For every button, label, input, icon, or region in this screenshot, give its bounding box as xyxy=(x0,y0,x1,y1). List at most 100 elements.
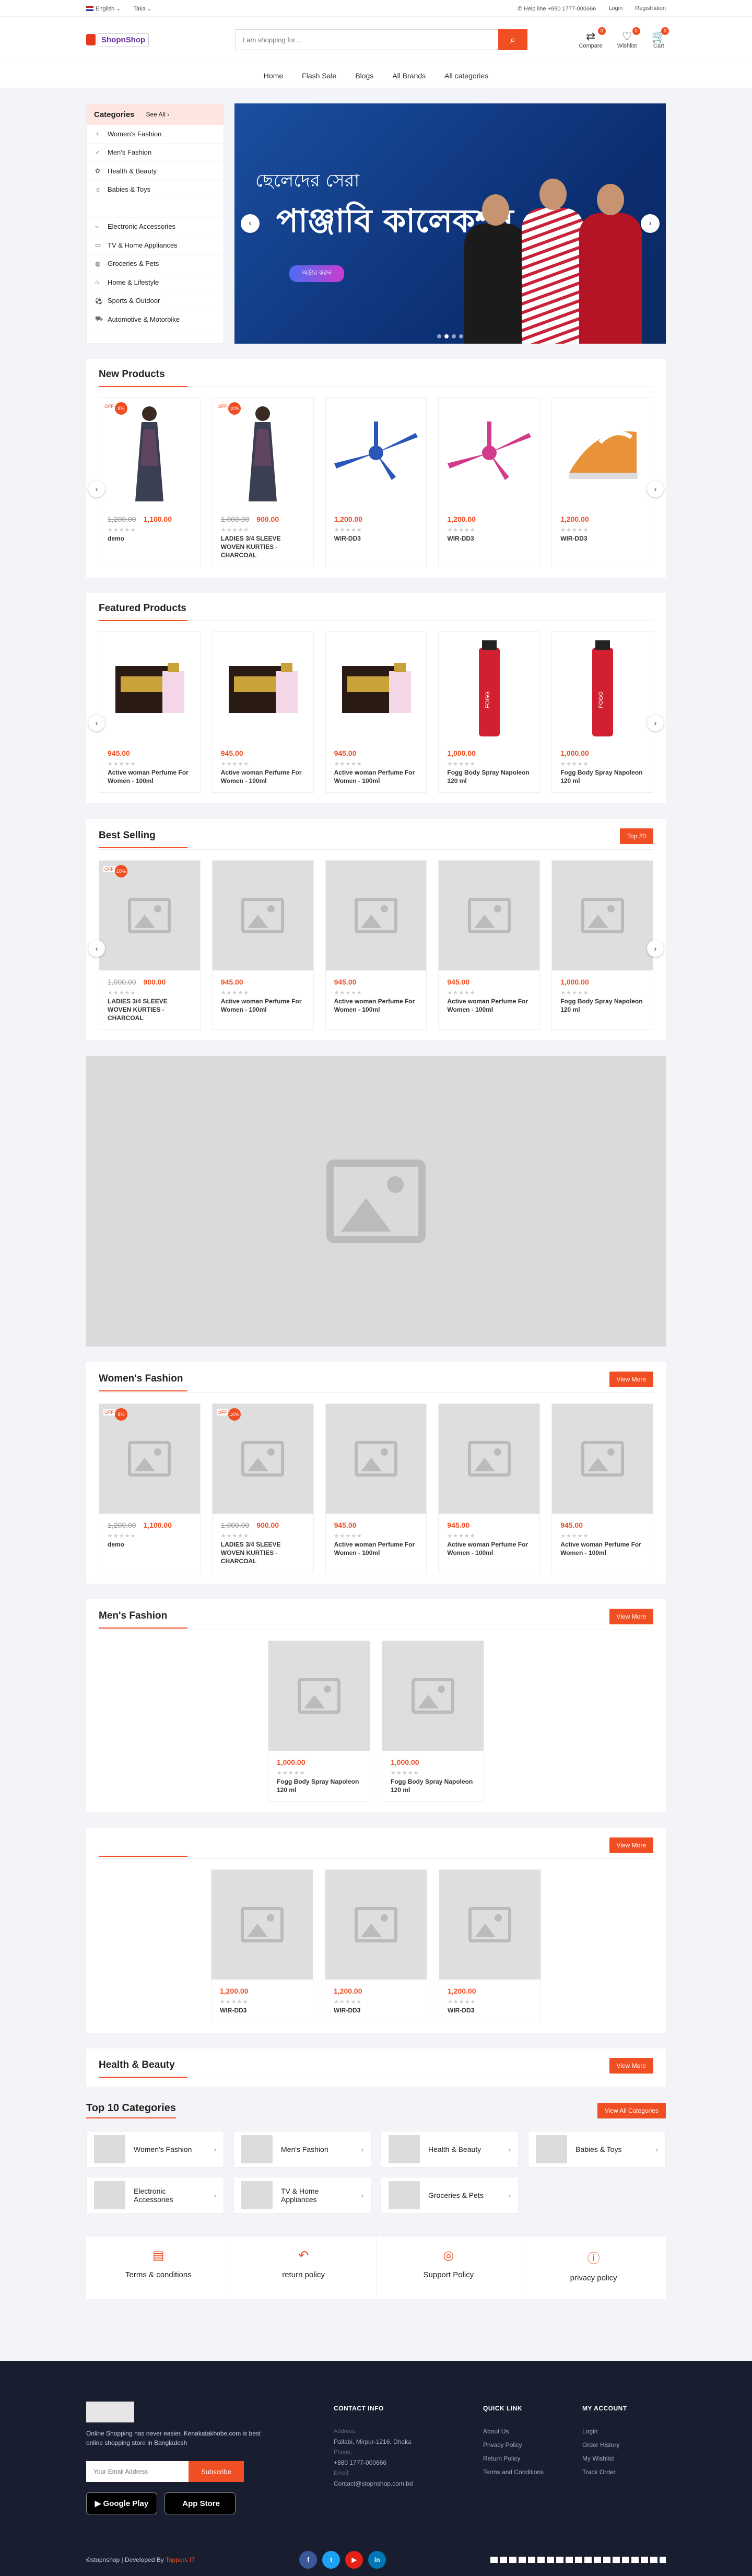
product-image[interactable]: FOGG xyxy=(439,632,540,742)
product-card[interactable]: OFF 8% 1,200.00 1,100.00 ★★★★★ demo xyxy=(99,1403,201,1573)
product-name[interactable]: Fogg Body Spray Napoleon 120 ml xyxy=(560,768,644,785)
see-all-link[interactable]: See All › xyxy=(146,111,170,118)
product-card[interactable]: 945.00 ★★★★★ Active woman Perfume For Wome… xyxy=(551,1403,653,1573)
product-name[interactable]: WIR-DD3 xyxy=(334,2006,418,2015)
product-image[interactable] xyxy=(212,861,313,970)
top-category-card[interactable]: Men's Fashion › xyxy=(233,2131,371,2168)
subscribe-button[interactable]: Subscribe xyxy=(189,2461,244,2482)
view-all-categories-button[interactable]: View All Categories xyxy=(597,2102,666,2118)
product-name[interactable]: Active woman Perfume For Women - 100ml xyxy=(108,768,192,785)
product-name[interactable]: Fogg Body Spray Napoleon 120 ml xyxy=(391,1777,475,1794)
carousel-next-arrow[interactable]: › xyxy=(647,940,664,957)
product-name[interactable]: WIR-DD3 xyxy=(220,2006,304,2015)
category-item[interactable]: ♀ Women's Fashion xyxy=(87,125,224,144)
product-card[interactable]: OFF 8% 1,200.00 1,100.00 ★★★★★ demo xyxy=(99,397,201,567)
product-name[interactable]: WIR-DD3 xyxy=(448,2006,532,2015)
view-more-button[interactable]: View More xyxy=(609,2058,653,2074)
product-name[interactable]: LADIES 3/4 SLEEVE WOVEN KURTIES - CHARCO… xyxy=(221,1540,305,1565)
product-image[interactable] xyxy=(212,1870,313,1980)
carousel-prev-arrow[interactable]: ‹ xyxy=(88,715,105,731)
twitter-icon[interactable]: t xyxy=(322,2551,340,2569)
return-policy-link[interactable]: ↶ return policy xyxy=(231,2237,377,2299)
top-category-card[interactable]: Electronic Accessories › xyxy=(86,2177,224,2214)
youtube-icon[interactable]: ▶ xyxy=(345,2551,363,2569)
developer-link[interactable]: Toppers IT xyxy=(166,2556,195,2563)
product-card[interactable]: 945.00 ★★★★★ Active woman Perfume For Wome… xyxy=(99,631,201,793)
carousel-next-arrow[interactable]: › xyxy=(647,715,664,731)
language-selector[interactable]: English ⌄ xyxy=(86,5,121,12)
product-card[interactable]: 1,200.00 ★★★★★ WIR-DD3 xyxy=(438,397,540,567)
product-image[interactable] xyxy=(325,861,427,970)
product-card[interactable]: 945.00 ★★★★★ Active woman Perfume For Wome… xyxy=(212,631,314,793)
product-card[interactable]: FOGG 1,000.00 ★★★★★ Fogg Body Spray Napoleo… xyxy=(438,631,540,793)
registration-link[interactable]: Registration xyxy=(635,5,666,11)
product-name[interactable]: Active woman Perfume For Women - 100ml xyxy=(447,1540,531,1557)
product-card[interactable]: 1,000.00 ★★★★★ Fogg Body Spray Napoleon 12… xyxy=(268,1641,370,1802)
category-item[interactable]: ✿ Health & Beauty xyxy=(87,162,224,181)
product-name[interactable]: Active woman Perfume For Women - 100ml xyxy=(447,997,531,1014)
login-link[interactable]: Login xyxy=(608,5,622,11)
google-play-button[interactable]: ▶ Google Play xyxy=(86,2492,157,2514)
product-name[interactable]: WIR-DD3 xyxy=(447,534,531,543)
product-image[interactable] xyxy=(382,1641,484,1751)
wishlist-button[interactable]: ♡ 0 Wishlist xyxy=(617,27,640,49)
product-image[interactable]: OFF 8% xyxy=(99,398,200,508)
view-more-button[interactable]: View More xyxy=(609,1609,653,1624)
category-item[interactable] xyxy=(87,199,224,218)
product-image[interactable]: OFF 8% xyxy=(99,1404,200,1514)
product-name[interactable]: Active woman Perfume For Women - 100ml xyxy=(221,768,305,785)
product-name[interactable]: Active woman Perfume For Women - 100ml xyxy=(334,768,418,785)
footer-logo[interactable] xyxy=(86,2402,134,2422)
product-name[interactable]: demo xyxy=(108,534,192,543)
product-image[interactable] xyxy=(439,1870,540,1980)
product-image[interactable] xyxy=(268,1641,370,1751)
banner-prev-arrow[interactable]: ‹ xyxy=(241,214,260,233)
product-image[interactable] xyxy=(439,398,540,508)
nav-all-brands[interactable]: All Brands xyxy=(392,72,426,80)
product-image[interactable] xyxy=(325,1404,427,1514)
category-item[interactable]: ⌁ Electronic Accessories xyxy=(87,218,224,236)
category-item[interactable]: ⌂ Home & Lifestyle xyxy=(87,273,224,292)
product-card[interactable]: 1,200.00 ★★★★★ WIR-DD3 xyxy=(325,1869,427,2022)
compare-button[interactable]: ⇄ 0 Compare xyxy=(579,27,606,49)
product-image[interactable] xyxy=(552,861,653,970)
category-item[interactable]: ▭ TV & Home Appliances xyxy=(87,236,224,255)
slide-dot[interactable] xyxy=(452,334,456,338)
email-input[interactable] xyxy=(86,2461,189,2482)
category-item[interactable]: ☺ Babies & Toys xyxy=(87,181,224,199)
product-name[interactable]: Fogg Body Spray Napoleon 120 ml xyxy=(447,768,531,785)
carousel-next-arrow[interactable]: › xyxy=(647,481,664,497)
banner-order-button[interactable]: অর্ডার করুন xyxy=(289,265,345,282)
footer-link[interactable]: Return Policy xyxy=(483,2452,544,2465)
footer-link[interactable]: Track Order xyxy=(582,2465,627,2479)
product-image[interactable] xyxy=(325,398,427,508)
product-image[interactable] xyxy=(212,632,313,742)
product-card[interactable]: 945.00 ★★★★★ Active woman Perfume For Wome… xyxy=(438,860,540,1030)
product-card[interactable]: 945.00 ★★★★★ Active woman Perfume For Wome… xyxy=(325,631,427,793)
nav-all-categories[interactable]: All categories xyxy=(444,72,488,80)
nav-flash-sale[interactable]: Flash Sale xyxy=(302,72,336,80)
product-card[interactable]: FOGG 1,000.00 ★★★★★ Fogg Body Spray Napoleo… xyxy=(551,631,653,793)
product-image[interactable] xyxy=(99,632,200,742)
product-name[interactable]: Active woman Perfume For Women - 100ml xyxy=(221,997,305,1014)
product-card[interactable]: 1,200.00 ★★★★★ WIR-DD3 xyxy=(439,1869,541,2022)
product-card[interactable]: 945.00 ★★★★★ Active woman Perfume For Wome… xyxy=(438,1403,540,1573)
product-name[interactable]: Active woman Perfume For Women - 100ml xyxy=(334,997,418,1014)
product-name[interactable]: Fogg Body Spray Napoleon 120 ml xyxy=(560,997,644,1014)
product-image[interactable] xyxy=(552,1404,653,1514)
facebook-icon[interactable]: f xyxy=(299,2551,318,2569)
email-link[interactable]: Contact@stopnshop.com.bd xyxy=(334,2480,454,2487)
search-input[interactable] xyxy=(235,29,498,50)
top-category-card[interactable]: Health & Beauty › xyxy=(381,2131,519,2168)
product-card[interactable]: 945.00 ★★★★★ Active woman Perfume For Wome… xyxy=(325,1403,427,1573)
slide-dot[interactable] xyxy=(444,334,449,338)
product-name[interactable]: demo xyxy=(108,1540,192,1549)
product-image[interactable]: OFF 10% xyxy=(99,861,200,970)
view-more-button[interactable]: View More xyxy=(609,1837,653,1853)
promo-banner-placeholder[interactable] xyxy=(86,1056,666,1346)
view-more-button[interactable]: View More xyxy=(609,1372,653,1387)
privacy-policy-link[interactable]: ⓘ privacy policy xyxy=(521,2237,666,2299)
category-item[interactable]: ⛟ Automotive & Motorbike xyxy=(87,310,224,329)
product-card[interactable]: 1,200.00 ★★★★★ WIR-DD3 xyxy=(551,397,653,567)
logo[interactable]: ShopnShop xyxy=(86,33,222,46)
